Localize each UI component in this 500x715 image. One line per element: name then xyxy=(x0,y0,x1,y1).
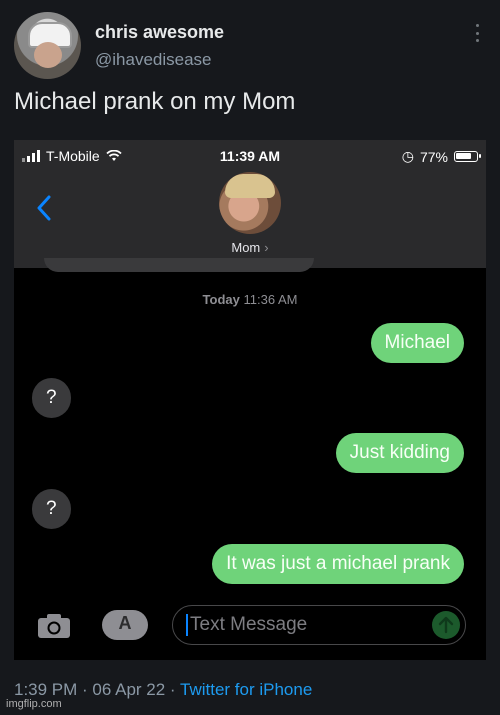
chevron-right-icon: › xyxy=(264,240,269,255)
tweet-source[interactable]: Twitter for iPhone xyxy=(180,680,312,699)
tweet-header: chris awesome @ihavedisease xyxy=(14,12,486,82)
send-button[interactable] xyxy=(432,611,460,639)
date-label: Today xyxy=(202,292,240,307)
contact-avatar[interactable] xyxy=(219,172,281,234)
tweet-timestamp[interactable]: 1:39 PM · 06 Apr 22 · xyxy=(14,680,180,699)
previous-message-bubble xyxy=(44,258,314,272)
message-bubble-outgoing[interactable]: It was just a michael prank xyxy=(212,544,464,584)
message-input-placeholder: Text Message xyxy=(190,614,308,635)
message-bubble-outgoing[interactable]: Just kidding xyxy=(335,433,464,473)
avatar[interactable] xyxy=(14,12,81,79)
text-caret xyxy=(186,614,188,636)
tweet-metadata: 1:39 PM · 06 Apr 22 · Twitter for iPhone xyxy=(14,680,312,700)
contact-name[interactable]: Mom › xyxy=(14,240,486,255)
status-bar: T-Mobile 11:39 AM ◷ 77% xyxy=(14,140,486,170)
conversation-header: Mom › xyxy=(14,170,486,268)
embedded-screenshot: T-Mobile 11:39 AM ◷ 77% Mom › Today 11:36… xyxy=(14,140,486,660)
battery-icon xyxy=(454,151,481,162)
message-input[interactable]: Text Message xyxy=(172,605,466,645)
message-bubble-outgoing[interactable]: Michael xyxy=(370,323,464,363)
camera-icon[interactable] xyxy=(36,612,72,640)
date-time: 11:36 AM xyxy=(243,292,298,307)
message-timestamp: Today 11:36 AM xyxy=(14,292,486,307)
tweet-text: Michael prank on my Mom xyxy=(14,88,296,115)
display-name[interactable]: chris awesome xyxy=(95,22,224,43)
user-handle[interactable]: @ihavedisease xyxy=(95,50,212,70)
app-store-icon[interactable]: A xyxy=(102,610,148,640)
contact-name-label: Mom xyxy=(231,240,261,255)
orientation-lock-icon: ◷ xyxy=(401,148,414,164)
back-chevron-icon[interactable] xyxy=(36,195,52,221)
arrow-up-icon xyxy=(438,616,454,634)
message-bubble-incoming[interactable]: ? xyxy=(32,489,71,529)
more-options-icon[interactable] xyxy=(476,24,480,42)
battery-percent: 77% xyxy=(419,148,448,165)
message-composer: A Text Message xyxy=(14,602,486,652)
watermark: imgflip.com xyxy=(6,698,62,710)
message-bubble-incoming[interactable]: ? xyxy=(32,378,71,418)
